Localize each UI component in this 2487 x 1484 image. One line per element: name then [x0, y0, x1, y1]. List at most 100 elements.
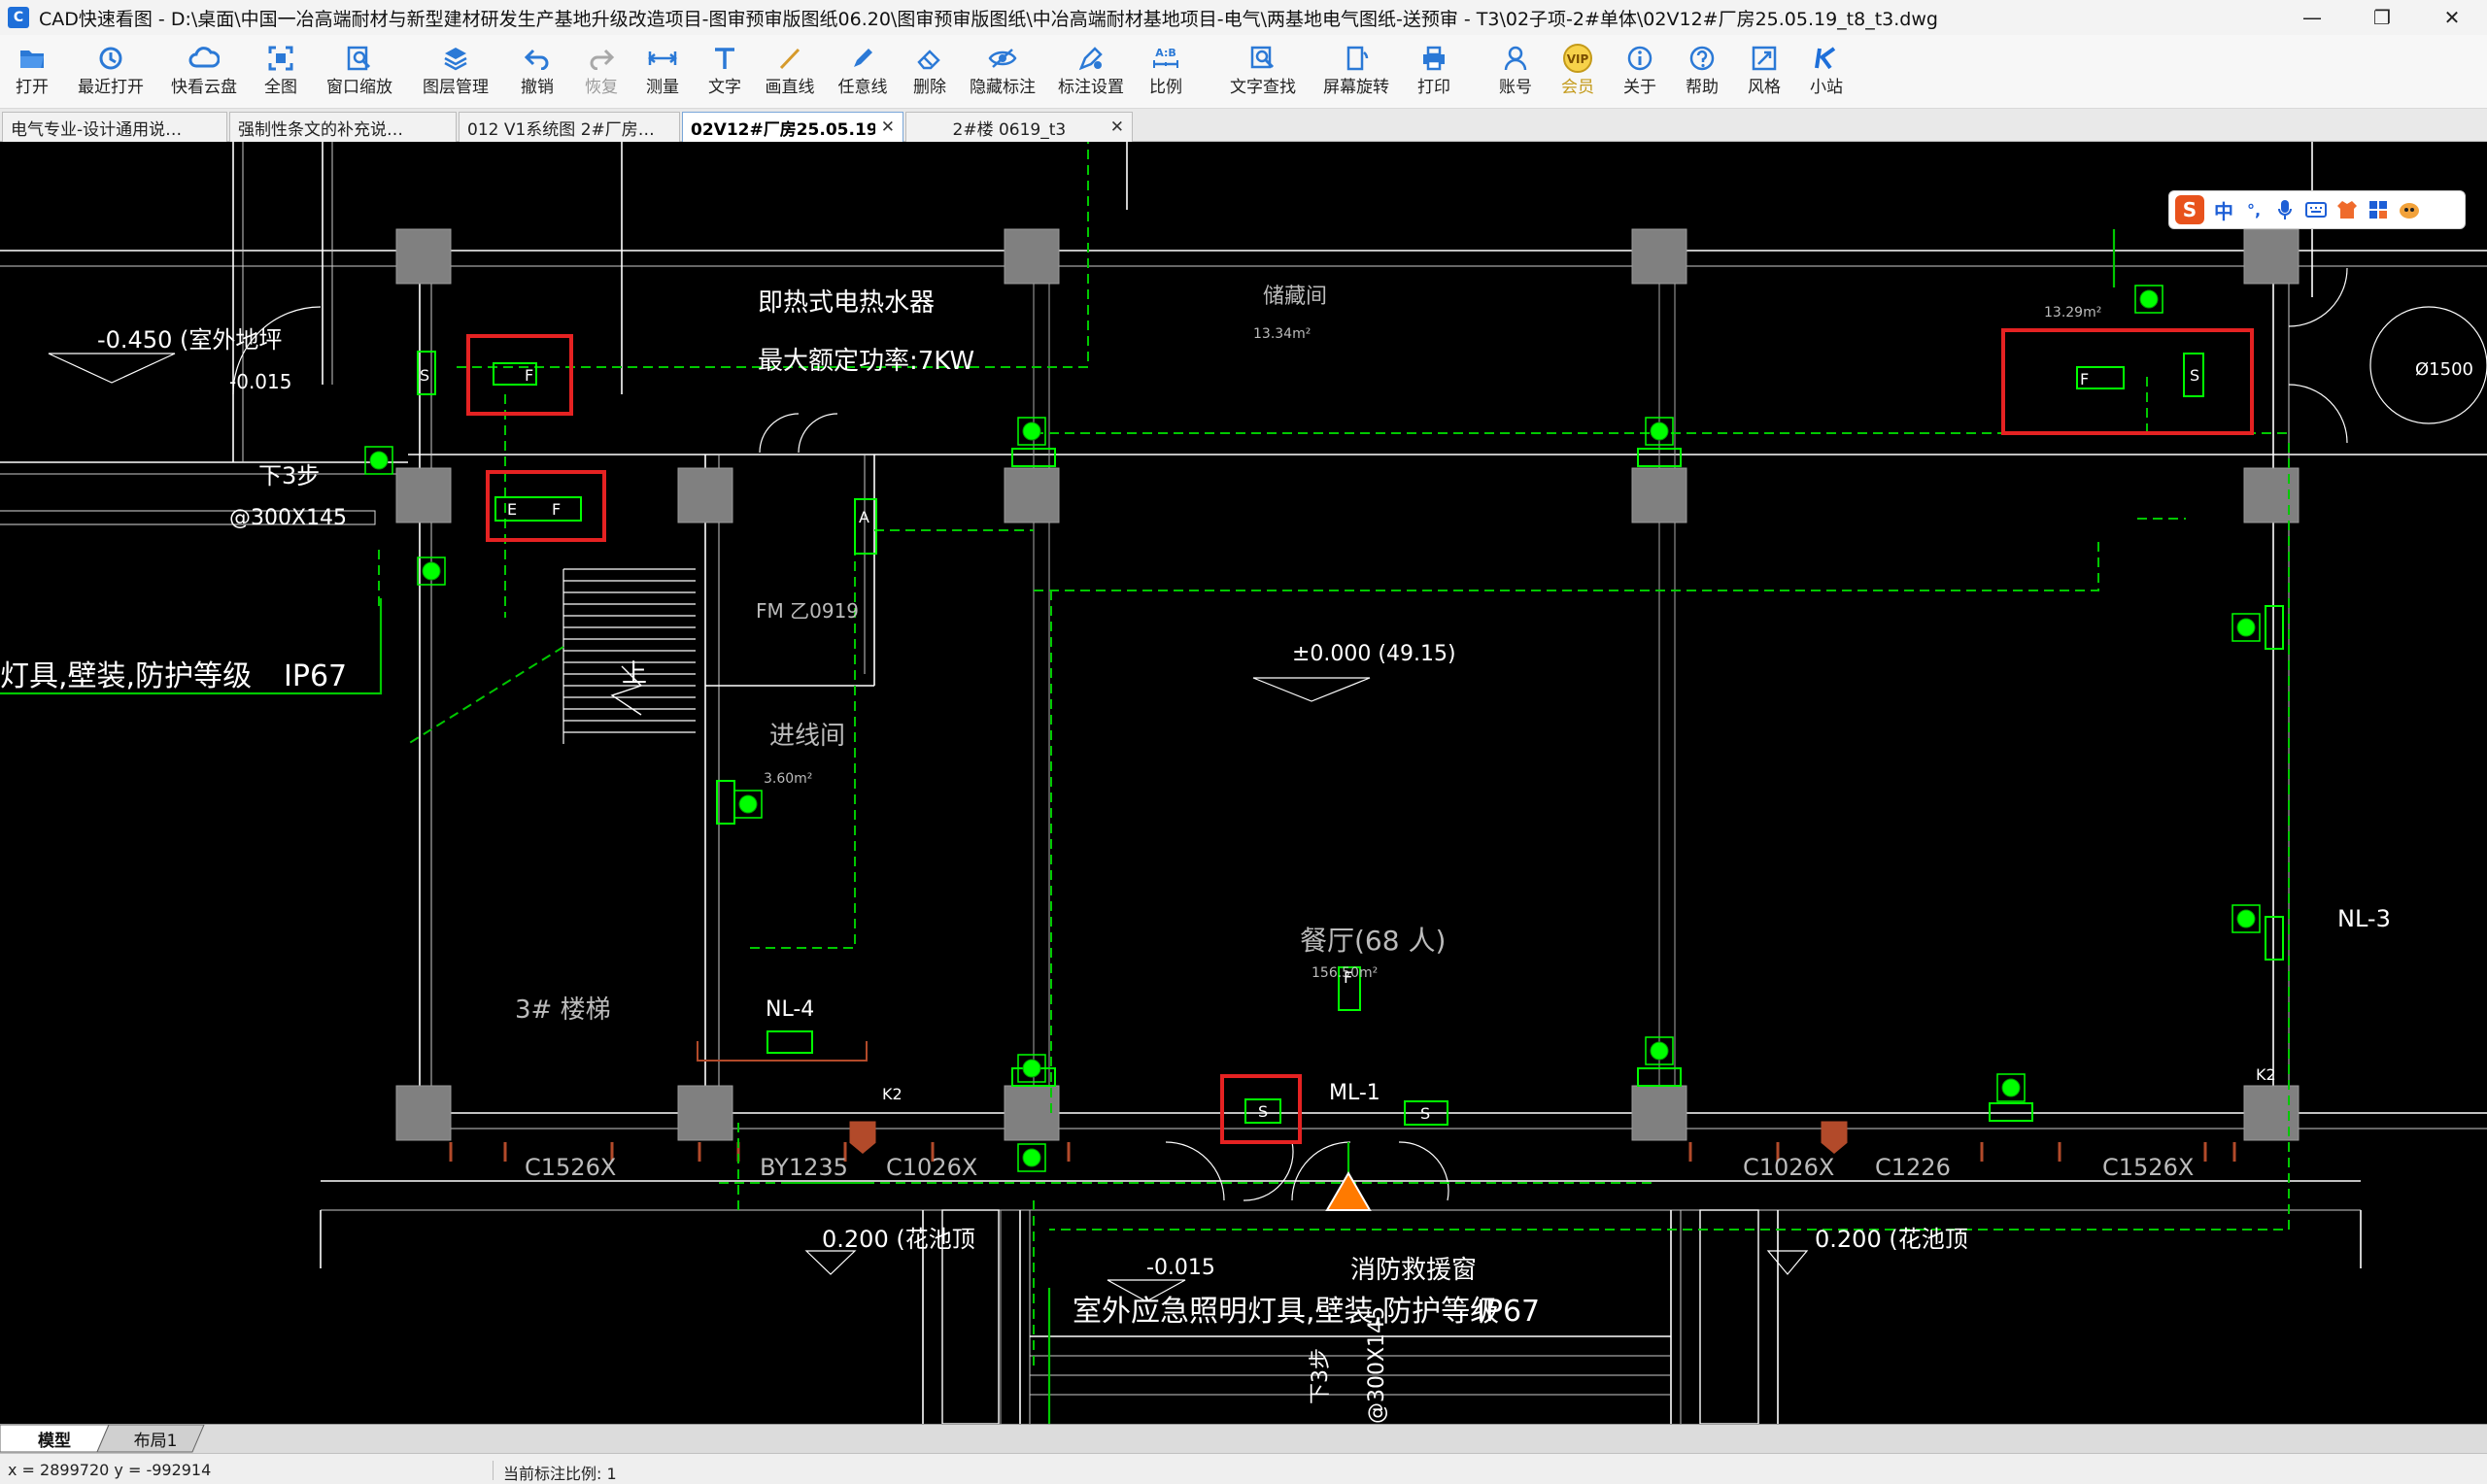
recent-open-button[interactable]: 最近打开	[64, 35, 157, 109]
svg-text:S: S	[1420, 1104, 1430, 1123]
keyboard-icon[interactable]	[2305, 199, 2327, 220]
svg-text:C1226: C1226	[1875, 1154, 1951, 1181]
svg-text:灯具,壁装,防护等级: 灯具,壁装,防护等级	[0, 659, 252, 693]
svg-text:NL-3: NL-3	[2337, 905, 2391, 932]
svg-text:0.200 (花池顶: 0.200 (花池顶	[1815, 1226, 1968, 1253]
k-station-button[interactable]: 小站	[1795, 35, 1857, 109]
window-zoom-button[interactable]: 窗口缩放	[311, 35, 408, 109]
redo-button[interactable]: 恢复	[571, 35, 631, 109]
svg-text:下3步: 下3步	[258, 462, 320, 489]
svg-text:@300X145: @300X145	[1365, 1306, 1389, 1424]
emergency-lamps	[369, 289, 2256, 1167]
svg-text:S: S	[1258, 1102, 1268, 1121]
cursor-coordinates: x = 2899720 y = -992914	[8, 1461, 494, 1480]
tab-layout1[interactable]: 布局1	[115, 1425, 196, 1452]
mascot-icon[interactable]	[2399, 199, 2420, 220]
hide-annotation-button[interactable]: 隐藏标注	[958, 35, 1047, 109]
layer-management-button[interactable]: 图层管理	[408, 35, 503, 109]
columns	[395, 228, 2300, 1141]
scale-button[interactable]: A:B 比例	[1135, 35, 1197, 109]
svg-text:-0.450 (室外地坪: -0.450 (室外地坪	[97, 326, 282, 354]
delete-button[interactable]: 删除	[902, 35, 958, 109]
tab-document-1[interactable]: 电气专业-设计通用说…	[2, 112, 227, 142]
microphone-icon[interactable]	[2274, 199, 2296, 220]
screen-rotate-button[interactable]: 屏幕旋转	[1310, 35, 1403, 109]
svg-text:F: F	[1344, 968, 1352, 987]
sogou-logo-icon[interactable]: S	[2175, 195, 2204, 224]
freehand-line-button[interactable]: 任意线	[824, 35, 902, 109]
text-button[interactable]: 文字	[694, 35, 756, 109]
tab-document-2[interactable]: 强制性条文的补充说…	[229, 112, 457, 142]
svg-text:即热式电热水器: 即热式电热水器	[758, 288, 935, 318]
svg-text:E: E	[507, 500, 517, 519]
text-search-icon	[1247, 43, 1278, 74]
svg-text:室外应急照明灯具,壁装,防护等级: 室外应急照明灯具,壁装,防护等级	[1073, 1295, 1499, 1329]
skin-shirt-icon[interactable]	[2336, 199, 2358, 220]
cad-drawing-canvas[interactable]: -0.450 (室外地坪 -0.015 下3步 @300X145 即热式电热水器…	[0, 142, 2487, 1424]
style-button[interactable]: 风格	[1733, 35, 1795, 109]
svg-text:消防救援窗: 消防救援窗	[1350, 1256, 1477, 1285]
tab-document-4-active[interactable]: 02V12#厂房25.05.19_… ✕	[682, 112, 903, 142]
tab-document-3[interactable]: 012 V1系统图 2#厂房…	[459, 112, 680, 142]
annotation-scale-readout: 当前标注比例: 1	[503, 1465, 617, 1483]
tab-document-5[interactable]: 2#楼 0619_t3 ✕	[905, 112, 1133, 142]
undo-button[interactable]: 撤销	[503, 35, 571, 109]
window-title: CAD快速看图 - D:\桌面\中国一冶高端耐材与新型建材研发生产基地升级改造项…	[39, 8, 1938, 30]
cloud-disk-button[interactable]: 快看云盘	[157, 35, 251, 109]
ime-toolbar[interactable]: S 中 °,	[2168, 190, 2466, 229]
style-icon	[1749, 43, 1780, 74]
account-button[interactable]: 账号	[1484, 35, 1547, 109]
help-button[interactable]: 帮助	[1671, 35, 1733, 109]
svg-text:K2: K2	[2256, 1065, 2276, 1084]
draw-line-button[interactable]: 画直线	[756, 35, 824, 109]
minimize-button[interactable]: —	[2277, 0, 2347, 35]
fire-warning-sign	[1325, 1171, 1372, 1211]
svg-text:C1026X: C1026X	[1743, 1154, 1834, 1181]
svg-text:储藏间: 储藏间	[1263, 285, 1327, 309]
fit-all-icon	[265, 43, 296, 74]
maximize-button[interactable]: ❐	[2347, 0, 2417, 35]
about-button[interactable]: 关于	[1609, 35, 1671, 109]
punctuation-icon[interactable]: °,	[2243, 199, 2265, 220]
svg-text:VIP: VIP	[1567, 52, 1589, 66]
close-button[interactable]: ✕	[2417, 0, 2487, 35]
svg-text:Ø1500: Ø1500	[2415, 359, 2473, 380]
tab-close-icon[interactable]: ✕	[881, 118, 895, 137]
svg-text:F: F	[525, 366, 533, 385]
svg-text:-0.015: -0.015	[1146, 1256, 1215, 1280]
svg-text:IP67: IP67	[284, 659, 347, 693]
help-icon	[1686, 43, 1718, 74]
svg-text:进线间: 进线间	[769, 722, 845, 751]
text-search-button[interactable]: 文字查找	[1216, 35, 1310, 109]
svg-text:±0.000 (49.15): ±0.000 (49.15)	[1292, 642, 1456, 666]
app-logo-icon: C	[8, 7, 29, 28]
freehand-icon	[847, 43, 878, 74]
tab-close-icon[interactable]: ✕	[1110, 118, 1124, 137]
annotation-settings-button[interactable]: 标注设置	[1047, 35, 1135, 109]
open-button[interactable]: 打开	[0, 35, 64, 109]
svg-text:13.34m²: 13.34m²	[1253, 326, 1311, 342]
svg-text:最大额定功率:7KW: 最大额定功率:7KW	[758, 347, 974, 376]
svg-text:A:B: A:B	[1155, 47, 1176, 59]
measure-icon	[647, 43, 678, 74]
annotation-settings-icon	[1075, 43, 1107, 74]
layers-icon	[440, 43, 471, 74]
toolbox-grid-icon[interactable]	[2368, 199, 2389, 220]
vip-member-button[interactable]: VIP 会员	[1547, 35, 1609, 109]
emergency-lamp-frames	[364, 285, 2261, 1172]
ime-mode-toggle[interactable]: 中	[2214, 196, 2233, 224]
svg-text:F: F	[2080, 370, 2089, 388]
svg-text:C1026X: C1026X	[886, 1154, 977, 1181]
svg-text:餐厅(68 人): 餐厅(68 人)	[1300, 925, 1446, 957]
fit-all-button[interactable]: 全图	[251, 35, 311, 109]
window-zoom-icon	[344, 43, 375, 74]
layout-tabs: 模型 布局1	[0, 1424, 2487, 1453]
svg-text:S: S	[420, 366, 429, 385]
drawing-labels: -0.450 (室外地坪 -0.015 下3步 @300X145 即热式电热水器…	[0, 285, 2473, 1329]
svg-text:C1526X: C1526X	[2102, 1154, 2194, 1181]
svg-text:IP67: IP67	[1477, 1295, 1540, 1329]
print-button[interactable]: 打印	[1403, 35, 1465, 109]
svg-text:下3步: 下3步	[1309, 1348, 1333, 1404]
measure-button[interactable]: 测量	[631, 35, 694, 109]
tab-model[interactable]: 模型	[14, 1425, 95, 1452]
